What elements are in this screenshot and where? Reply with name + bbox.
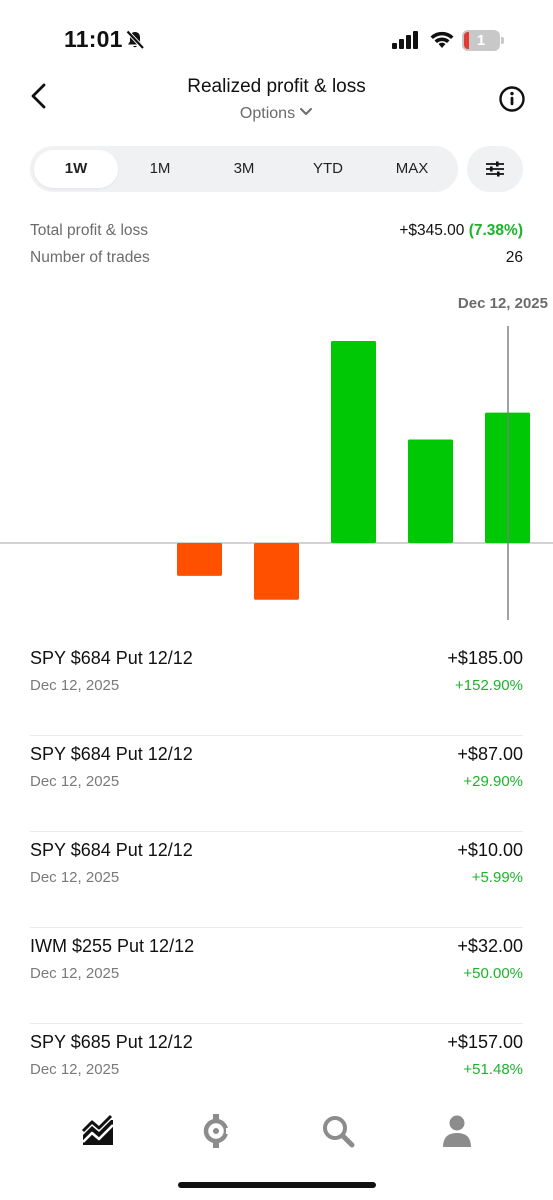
trade-amount: +$10.00 — [457, 840, 523, 860]
bell-muted-icon — [126, 30, 145, 50]
trade-date: Dec 12, 2025 — [30, 1061, 120, 1078]
trade-percent: +29.90% — [463, 773, 523, 790]
total-pnl-label: Total profit & loss — [30, 222, 149, 239]
header: Realized profit & loss Options — [0, 70, 553, 130]
summary: Total profit & loss +$345.00 (7.38%) Num… — [30, 222, 523, 276]
range-tab-1m[interactable]: 1M — [118, 150, 202, 188]
trade-name: SPY $684 Put 12/12 — [30, 648, 193, 668]
trade-amount: +$157.00 — [447, 1032, 523, 1052]
trade-date: Dec 12, 2025 — [30, 869, 120, 886]
status-time: 11:01 — [64, 26, 123, 52]
trade-name: SPY $684 Put 12/12 — [30, 744, 193, 764]
chevron-down-icon — [300, 108, 313, 116]
page-title: Realized profit & loss — [187, 76, 366, 97]
cellular-signal-icon — [392, 31, 418, 49]
chart-bar[interactable] — [408, 439, 453, 543]
trade-row[interactable]: SPY $684 Put 12/12 Dec 12, 2025 +$185.00 +1… — [30, 640, 523, 736]
trade-row[interactable]: SPY $684 Put 12/12 Dec 12, 2025 +$10.00 +5.… — [30, 832, 523, 928]
chart-icon[interactable] — [78, 1111, 118, 1151]
range-tab-max[interactable]: MAX — [370, 150, 454, 188]
total-pnl-value: +$345.00 (7.38%) — [399, 222, 523, 240]
info-icon[interactable] — [498, 85, 526, 113]
total-pnl-row: Total profit & loss +$345.00 (7.38%) — [30, 222, 523, 249]
trade-percent: +50.00% — [463, 965, 523, 982]
pnl-bar-chart[interactable] — [0, 320, 553, 625]
trade-count-value: 26 — [505, 249, 523, 266]
battery-level: 1 — [476, 32, 486, 49]
trade-date: Dec 12, 2025 — [30, 965, 120, 982]
chart-bar[interactable] — [331, 341, 376, 543]
total-pnl-amount: +$345.00 — [399, 222, 465, 239]
trade-row[interactable]: SPY $684 Put 12/12 Dec 12, 2025 +$87.00 +29… — [30, 736, 523, 832]
trade-amount: +$185.00 — [447, 648, 523, 668]
battery-icon: 1 — [462, 30, 504, 51]
trade-list: SPY $684 Put 12/12 Dec 12, 2025 +$185.00 +1… — [30, 640, 523, 1120]
chart-bar[interactable] — [254, 543, 299, 600]
profile-icon[interactable] — [437, 1111, 477, 1151]
trade-amount: +$87.00 — [457, 744, 523, 764]
time-range-selector: 1W 1M 3M YTD MAX — [30, 146, 458, 192]
asset-type-label[interactable]: Options — [240, 105, 295, 122]
trade-date: Dec 12, 2025 — [30, 677, 120, 694]
chart-bar[interactable] — [177, 543, 222, 576]
range-tab-1w[interactable]: 1W — [34, 150, 118, 188]
trade-date: Dec 12, 2025 — [30, 773, 120, 790]
trade-percent: +51.48% — [463, 1061, 523, 1078]
options-icon[interactable] — [196, 1111, 236, 1151]
asset-type-selector[interactable]: Options — [0, 105, 553, 123]
status-bar: 11:01 1 — [0, 0, 553, 80]
trade-percent: +152.90% — [455, 677, 523, 694]
filter-button[interactable] — [467, 146, 523, 192]
chart-selected-date: Dec 12, 2025 — [457, 295, 548, 312]
trade-name: SPY $684 Put 12/12 — [30, 840, 193, 860]
trade-count-label: Number of trades — [30, 249, 150, 266]
search-icon[interactable] — [318, 1111, 358, 1151]
wifi-icon — [430, 31, 454, 48]
trade-amount: +$32.00 — [457, 936, 523, 956]
trade-name: IWM $255 Put 12/12 — [30, 936, 195, 956]
total-pnl-percent: (7.38%) — [468, 222, 523, 239]
range-tab-3m[interactable]: 3M — [202, 150, 286, 188]
range-tab-ytd[interactable]: YTD — [286, 150, 370, 188]
sliders-icon — [486, 161, 504, 177]
home-indicator — [178, 1182, 376, 1188]
trade-count-row: Number of trades 26 — [30, 249, 523, 276]
trade-name: SPY $685 Put 12/12 — [30, 1032, 193, 1052]
trade-row[interactable]: IWM $255 Put 12/12 Dec 12, 2025 +$32.00 +50… — [30, 928, 523, 1024]
trade-percent: +5.99% — [471, 869, 523, 886]
